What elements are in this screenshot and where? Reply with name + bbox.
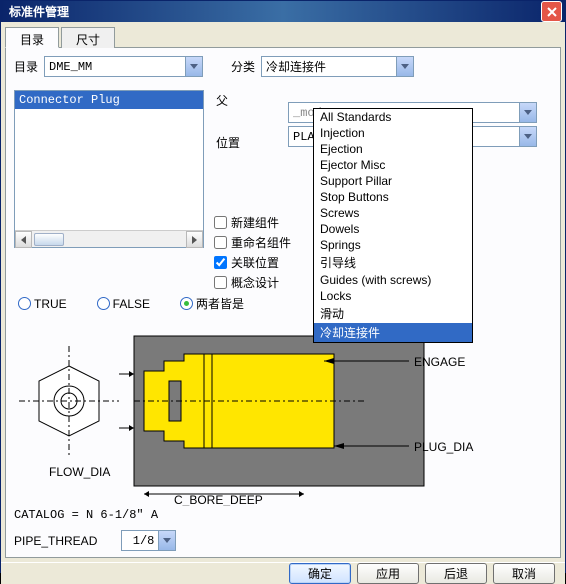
dropdown-option[interactable]: Injection [314, 125, 472, 141]
category-dropdown-list[interactable]: All Standards Injection Ejection Ejector… [313, 108, 473, 343]
radio-true[interactable]: TRUE [18, 297, 67, 311]
diagram-svg: ENGAGE PLUG_DIA FLOW_DIA C_BORE_DEEP [14, 326, 484, 506]
parent-dropdown-button[interactable] [519, 103, 536, 122]
tab-catalog[interactable]: 目录 [5, 27, 59, 48]
list-item[interactable]: Connector Plug [15, 91, 203, 109]
scroll-track[interactable] [32, 231, 186, 247]
catalog-input[interactable] [45, 57, 185, 76]
dropdown-option[interactable]: Springs [314, 237, 472, 253]
category-combo[interactable] [261, 56, 414, 77]
scroll-thumb[interactable] [34, 233, 64, 246]
scroll-right-button[interactable] [186, 231, 203, 248]
dropdown-option[interactable]: Locks [314, 288, 472, 304]
dropdown-option[interactable]: 滑动 [314, 304, 472, 323]
chevron-left-icon [21, 236, 26, 244]
radio-icon [18, 297, 31, 310]
pipe-thread-label: PIPE_THREAD [14, 534, 97, 548]
dropdown-option[interactable]: Guides (with screws) [314, 272, 472, 288]
tab-bar: 目录 尺寸 [5, 26, 561, 48]
scroll-left-button[interactable] [15, 231, 32, 248]
chevron-down-icon [163, 538, 171, 543]
radio-icon [97, 297, 110, 310]
dialog-window: 标准件管理 目录 尺寸 目录 分类 [0, 0, 566, 573]
position-dropdown-button[interactable] [519, 127, 536, 146]
window-title: 标准件管理 [9, 3, 69, 20]
content-area: 目录 尺寸 目录 分类 Connector Plug [1, 22, 565, 562]
catalog-text: CATALOG = N 6-1/8" A [14, 508, 158, 522]
dropdown-option[interactable]: Ejection [314, 141, 472, 157]
new-component-check[interactable]: 新建组件 [214, 212, 291, 232]
close-icon [547, 7, 557, 17]
dropdown-option-selected[interactable]: 冷却连接件 [314, 323, 472, 342]
plug-dia-label: PLUG_DIA [414, 440, 473, 454]
engage-label: ENGAGE [414, 355, 465, 369]
checkbox-group: 新建组件 重命名组件 关联位置 概念设计 [214, 212, 291, 292]
top-row: 目录 分类 [14, 56, 552, 77]
c-bore-deep-label: C_BORE_DEEP [174, 493, 263, 506]
chevron-down-icon [524, 110, 532, 115]
dropdown-option[interactable]: All Standards [314, 109, 472, 125]
link-position-check[interactable]: 关联位置 [214, 252, 291, 272]
concept-design-check[interactable]: 概念设计 [214, 272, 291, 292]
dropdown-option[interactable]: Dowels [314, 221, 472, 237]
dropdown-option[interactable]: Screws [314, 205, 472, 221]
horizontal-scrollbar[interactable] [15, 230, 203, 247]
mid-labels: 父 位置 [216, 90, 240, 154]
dropdown-option[interactable]: Ejector Misc [314, 157, 472, 173]
flow-dia-label: FLOW_DIA [49, 465, 110, 479]
dropdown-option[interactable]: 引导线 [314, 253, 472, 272]
category-input[interactable] [262, 57, 396, 76]
parts-listbox[interactable]: Connector Plug [14, 90, 204, 248]
titlebar: 标准件管理 [1, 1, 565, 22]
pipe-thread-dropdown-button[interactable] [158, 531, 175, 550]
close-button[interactable] [541, 1, 562, 22]
tab-panel: 目录 分类 Connector Plug [5, 48, 561, 558]
catalog-combo[interactable] [44, 56, 203, 77]
chevron-down-icon [401, 64, 409, 69]
rename-component-check[interactable]: 重命名组件 [214, 232, 291, 252]
parent-label: 父 [216, 90, 240, 112]
dialog-footer: 确定 应用 后退 取消 [1, 562, 565, 584]
category-label: 分类 [231, 58, 255, 75]
back-button[interactable]: 后退 [425, 563, 487, 584]
part-diagram: ENGAGE PLUG_DIA FLOW_DIA C_BORE_DEEP [14, 326, 484, 506]
radio-icon [180, 297, 193, 310]
chevron-right-icon [192, 236, 197, 244]
chevron-down-icon [524, 134, 532, 139]
pipe-thread-combo[interactable] [121, 530, 176, 551]
cancel-button[interactable]: 取消 [493, 563, 555, 584]
catalog-dropdown-button[interactable] [185, 57, 202, 76]
dropdown-option[interactable]: Support Pillar [314, 173, 472, 189]
pipe-thread-row: PIPE_THREAD [14, 530, 176, 551]
tab-dimensions[interactable]: 尺寸 [61, 27, 115, 48]
catalog-label: 目录 [14, 58, 38, 75]
dropdown-option[interactable]: Stop Buttons [314, 189, 472, 205]
ok-button[interactable]: 确定 [289, 563, 351, 584]
apply-button[interactable]: 应用 [357, 563, 419, 584]
pipe-thread-input[interactable] [122, 531, 158, 550]
category-dropdown-button[interactable] [396, 57, 413, 76]
radio-both[interactable]: 两者皆是 [180, 295, 244, 312]
position-label: 位置 [216, 132, 240, 154]
radio-false[interactable]: FALSE [97, 297, 150, 311]
chevron-down-icon [190, 64, 198, 69]
